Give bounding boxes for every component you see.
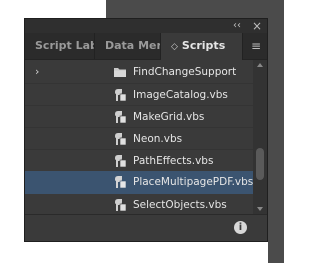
list-item-label: PathEffects.vbs [133,155,214,167]
list-item[interactable]: SelectObjects.vbs [25,194,254,215]
list-item[interactable]: MakeGrid.vbs [25,105,254,127]
list-item[interactable]: ImageCatalog.vbs [25,83,254,105]
list-item-label: Neon.vbs [133,133,183,145]
list-item-label: FindChangeSupport [133,66,237,78]
info-icon[interactable]: i [234,221,247,234]
script-file-icon [115,133,127,146]
panel-tab-bar: Script Labe Data Merge ◇Scripts ≡ [25,33,267,60]
tab-chevron-icon: ◇ [171,42,178,52]
script-file-icon [115,176,127,189]
script-file-icon [115,89,127,102]
panel-title-bar[interactable]: ‹‹ × [25,19,267,33]
script-file-icon [115,199,127,212]
scrollbar[interactable] [253,60,267,215]
list-item-label: ImageCatalog.vbs [133,89,228,101]
scripts-list: › FindChangeSupport ImageCatalog.vbs Mak… [25,60,267,215]
tab-scripts[interactable]: ◇ Scripts [161,33,243,60]
expand-arrow-icon[interactable]: › [35,61,39,83]
list-item-label: SelectObjects.vbs [133,199,227,211]
collapse-panel-icon[interactable]: ‹‹ [231,19,243,33]
panel-menu-icon[interactable]: ≡ [251,33,261,59]
tab-label: Scripts [181,39,226,52]
scripts-panel: ‹‹ × Script Labe Data Merge ◇Scripts ≡ ›… [24,18,268,242]
folder-icon [114,68,126,77]
scroll-down-icon[interactable] [257,207,263,211]
script-file-icon [115,155,127,168]
list-item[interactable]: PathEffects.vbs [25,149,254,171]
script-file-icon [115,111,127,124]
list-item-selected[interactable]: PlaceMultipagePDF.vbs [25,171,254,194]
tab-label: Script Labe [35,39,94,52]
app-backdrop [106,0,284,18]
tab-script-label[interactable]: Script Labe [25,33,95,59]
list-item-folder[interactable]: › FindChangeSupport [25,61,254,83]
scroll-up-icon[interactable] [257,63,263,67]
tab-label: Data Merge [105,39,160,52]
list-item-label: PlaceMultipagePDF.vbs [133,176,254,188]
tab-data-merge[interactable]: Data Merge [95,33,161,59]
app-backdrop-right [268,0,284,263]
panel-footer: i [25,214,267,241]
list-item[interactable]: Neon.vbs [25,127,254,149]
list-item-label: MakeGrid.vbs [133,111,205,123]
scrollbar-thumb[interactable] [256,148,264,180]
close-panel-icon[interactable]: × [251,19,263,33]
